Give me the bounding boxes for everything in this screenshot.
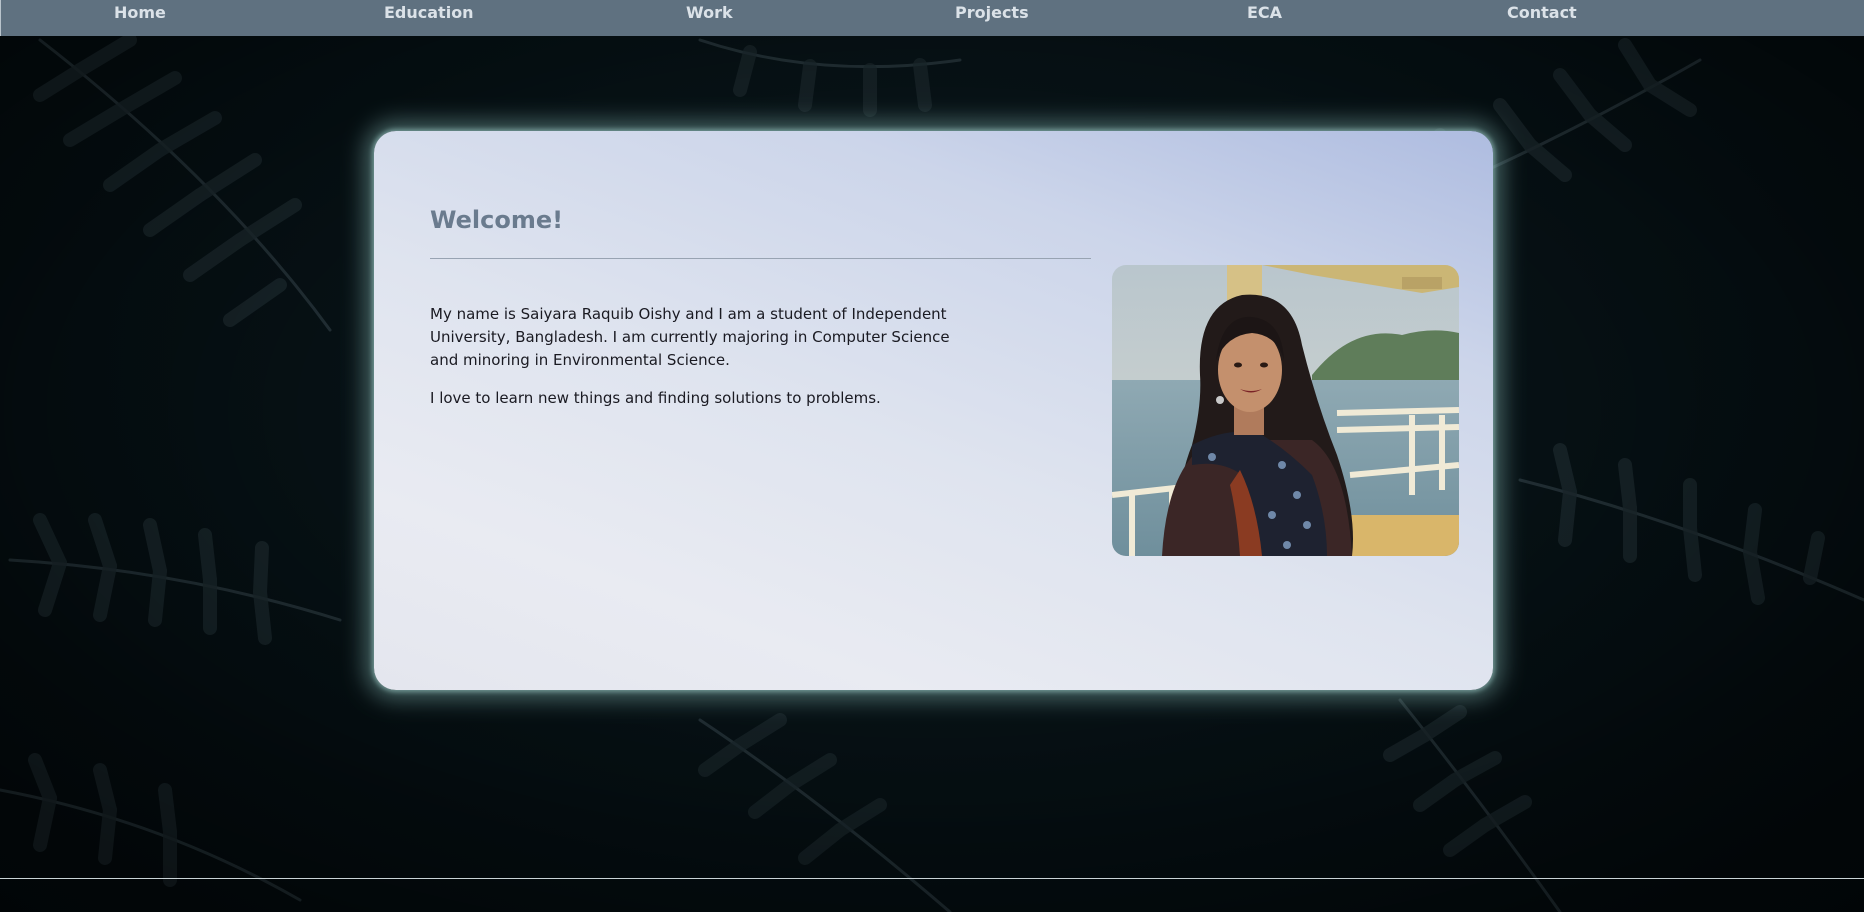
footer-divider — [0, 878, 1864, 879]
nav-contact-link[interactable]: Contact — [1507, 0, 1577, 26]
nav-home-link[interactable]: Home — [114, 0, 166, 26]
bio-paragraph: My name is Saiyara Raquib Oishy and I am… — [430, 305, 950, 369]
welcome-card: Welcome! My name is Saiyara Raquib Oishy… — [374, 131, 1493, 690]
nav-work-link[interactable]: Work — [686, 0, 733, 26]
interests-paragraph: I love to learn new things and finding s… — [430, 389, 881, 407]
nav-eca-link[interactable]: ECA — [1247, 0, 1282, 26]
nav-projects-link[interactable]: Projects — [955, 0, 1029, 26]
top-nav-bar: Home Education Work Projects ECA Contact — [0, 0, 1864, 36]
profile-photo — [1112, 265, 1459, 556]
page-title: Welcome! — [430, 206, 564, 234]
title-divider — [430, 258, 1091, 259]
nav-education-link[interactable]: Education — [384, 0, 474, 26]
